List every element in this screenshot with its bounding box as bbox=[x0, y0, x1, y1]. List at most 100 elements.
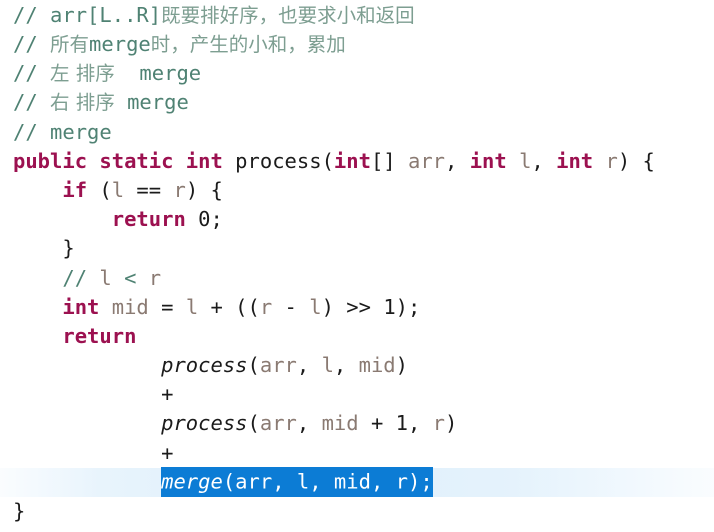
code-token: l bbox=[111, 177, 125, 202]
code-token: // bbox=[13, 90, 51, 115]
code-token: l bbox=[99, 265, 112, 290]
code-token: // merge bbox=[13, 119, 112, 144]
code-token: ); bbox=[395, 294, 421, 319]
code-token: ) >> bbox=[321, 294, 384, 319]
code-token: // bbox=[13, 61, 51, 86]
code-token: + bbox=[358, 411, 396, 436]
code-token: r bbox=[259, 294, 273, 319]
code-token: , bbox=[407, 411, 433, 436]
code-token: arr bbox=[407, 148, 446, 173]
code-token: // bbox=[13, 32, 51, 56]
code-token: r bbox=[395, 469, 408, 494]
code-line[interactable]: if (l == r) { bbox=[0, 176, 714, 205]
code-token: l bbox=[185, 294, 199, 319]
code-token: 1 bbox=[383, 294, 396, 319]
code-line[interactable]: // 左 排序 merge bbox=[0, 59, 714, 88]
code-line[interactable]: // 所有merge时，产生的小和，累加 bbox=[0, 30, 714, 59]
code-token: merge bbox=[114, 90, 189, 115]
code-token: } bbox=[13, 499, 26, 523]
code-token: , bbox=[309, 469, 334, 494]
code-token: arr bbox=[235, 469, 273, 494]
code-token: ( bbox=[247, 411, 260, 436]
code-token: arr bbox=[259, 411, 297, 436]
code-token: process bbox=[161, 353, 248, 378]
code-line[interactable]: // 右 排序 merge bbox=[0, 88, 714, 117]
code-token: process bbox=[161, 411, 248, 436]
code-token: // arr[L..R] bbox=[13, 3, 162, 27]
code-line[interactable]: return bbox=[0, 322, 714, 351]
code-line[interactable]: } bbox=[0, 234, 714, 263]
code-token: } bbox=[62, 236, 75, 261]
code-token: r bbox=[432, 411, 446, 436]
code-token: , bbox=[531, 148, 557, 173]
code-line[interactable]: int mid = l + ((r - l) >> 1); bbox=[0, 293, 714, 322]
code-token: , bbox=[296, 353, 322, 378]
code-token: mid bbox=[358, 353, 396, 378]
code-token: + bbox=[161, 382, 174, 407]
code-token: , bbox=[296, 411, 322, 436]
code-token: r bbox=[173, 177, 186, 202]
code-token: l bbox=[321, 353, 334, 378]
code-line[interactable]: process(arr, mid + 1, r) bbox=[0, 409, 714, 438]
code-token: int bbox=[469, 148, 507, 173]
code-token: 所有 bbox=[50, 33, 90, 56]
code-line[interactable]: } bbox=[0, 497, 714, 526]
code-token: merge bbox=[89, 32, 151, 56]
code-token: r bbox=[148, 265, 162, 290]
selected-text[interactable]: merge(arr, l, mid, r); bbox=[161, 467, 433, 498]
code-token: ; bbox=[210, 207, 223, 232]
code-line[interactable]: + bbox=[0, 380, 714, 409]
code-line[interactable]: public static int process(int[] arr, int… bbox=[0, 147, 714, 176]
code-token: l bbox=[309, 294, 322, 319]
code-line[interactable]: // arr[L..R]既要排好序，也要求小和返回 bbox=[0, 0, 714, 30]
code-token: , bbox=[445, 148, 470, 173]
code-token: [] bbox=[370, 148, 408, 173]
code-token: l bbox=[519, 148, 532, 173]
code-token: = bbox=[148, 294, 186, 319]
code-line[interactable]: return 0; bbox=[0, 205, 714, 234]
code-token: return bbox=[111, 207, 186, 232]
code-token: int bbox=[333, 148, 371, 173]
code-token: == bbox=[124, 177, 174, 202]
code-line[interactable]: + bbox=[0, 439, 714, 468]
code-token: return bbox=[62, 323, 137, 348]
code-token: ) { bbox=[185, 177, 223, 202]
code-text-surface[interactable]: // arr[L..R]既要排好序，也要求小和返回// 所有merge时，产生的… bbox=[0, 0, 714, 526]
code-token: // bbox=[62, 265, 100, 290]
code-token: ( bbox=[222, 469, 236, 494]
code-token: 既要排好序，也要求小和返回 bbox=[161, 4, 415, 27]
code-token: mid bbox=[111, 294, 149, 319]
code-token: - bbox=[272, 294, 310, 319]
code-line[interactable]: merge(arr, l, mid, r); bbox=[0, 467, 714, 498]
code-token: 时，产生的小和，累加 bbox=[150, 33, 346, 56]
code-token: + (( bbox=[198, 294, 260, 319]
code-line[interactable]: // merge bbox=[0, 118, 714, 147]
code-line[interactable]: // l < r bbox=[0, 264, 714, 293]
code-token: merge bbox=[114, 61, 202, 86]
code-editor-pane[interactable]: // arr[L..R]既要排好序，也要求小和返回// 所有merge时，产生的… bbox=[0, 0, 714, 532]
code-line[interactable]: process(arr, l, mid) bbox=[0, 351, 714, 380]
code-token: , bbox=[370, 469, 396, 494]
code-token: arr bbox=[259, 353, 297, 378]
code-token: int bbox=[62, 294, 100, 319]
code-token: ); bbox=[407, 469, 433, 494]
code-token: , bbox=[333, 353, 359, 378]
code-token: process( bbox=[222, 148, 334, 173]
code-token: r bbox=[605, 148, 618, 173]
code-token: if bbox=[62, 177, 88, 202]
code-token: 右 排序 bbox=[50, 91, 115, 115]
code-token: merge bbox=[161, 469, 223, 494]
code-token: ) bbox=[445, 411, 458, 436]
